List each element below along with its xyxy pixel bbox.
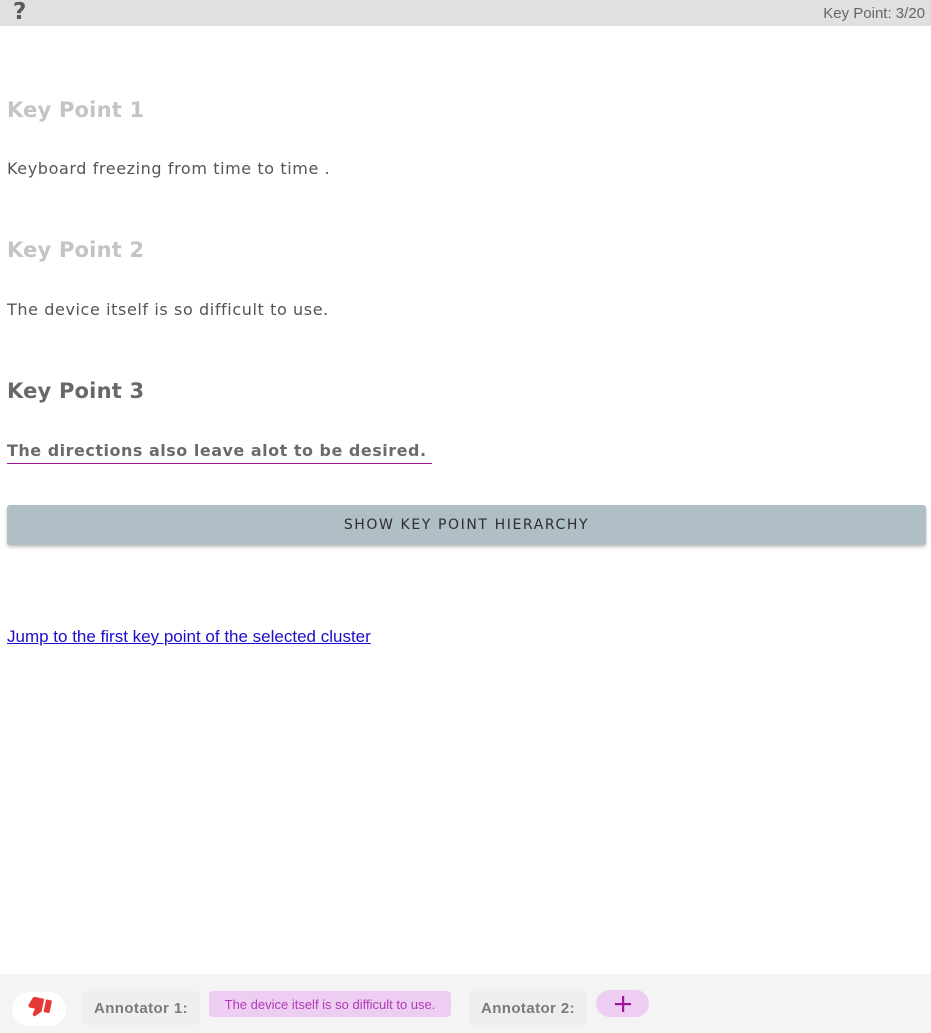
key-point-2-text: The device itself is so difficult to use… <box>7 300 329 319</box>
annotator-2-add-button[interactable] <box>596 990 649 1017</box>
annotation-bar: Annotator 1: The device itself is so dif… <box>0 974 931 1033</box>
thumbs-down-icon <box>28 996 52 1017</box>
help-icon[interactable]: ? <box>13 0 26 25</box>
plus-icon <box>614 995 631 1012</box>
show-key-point-hierarchy-button[interactable]: SHOW KEY POINT HIERARCHY <box>7 505 926 545</box>
key-point-1-text: Keyboard freezing from time to time . <box>7 159 331 178</box>
annotator-2-label: Annotator 2: <box>469 991 587 1025</box>
jump-to-first-key-point-link[interactable]: Jump to the first key point of the selec… <box>7 627 371 647</box>
key-point-3-heading: Key Point 3 <box>7 379 145 403</box>
annotator-1-label: Annotator 1: <box>82 991 200 1025</box>
key-point-2-heading: Key Point 2 <box>7 238 145 262</box>
current-key-point-text: The directions also leave alot to be des… <box>7 441 432 464</box>
top-bar: ? Key Point: 3/20 <box>0 0 931 26</box>
key-point-1-heading: Key Point 1 <box>7 98 145 122</box>
key-point-counter: Key Point: 3/20 <box>823 5 925 22</box>
annotator-1-selection-chip[interactable]: The device itself is so difficult to use… <box>209 991 451 1017</box>
thumbs-down-button[interactable] <box>12 992 66 1026</box>
